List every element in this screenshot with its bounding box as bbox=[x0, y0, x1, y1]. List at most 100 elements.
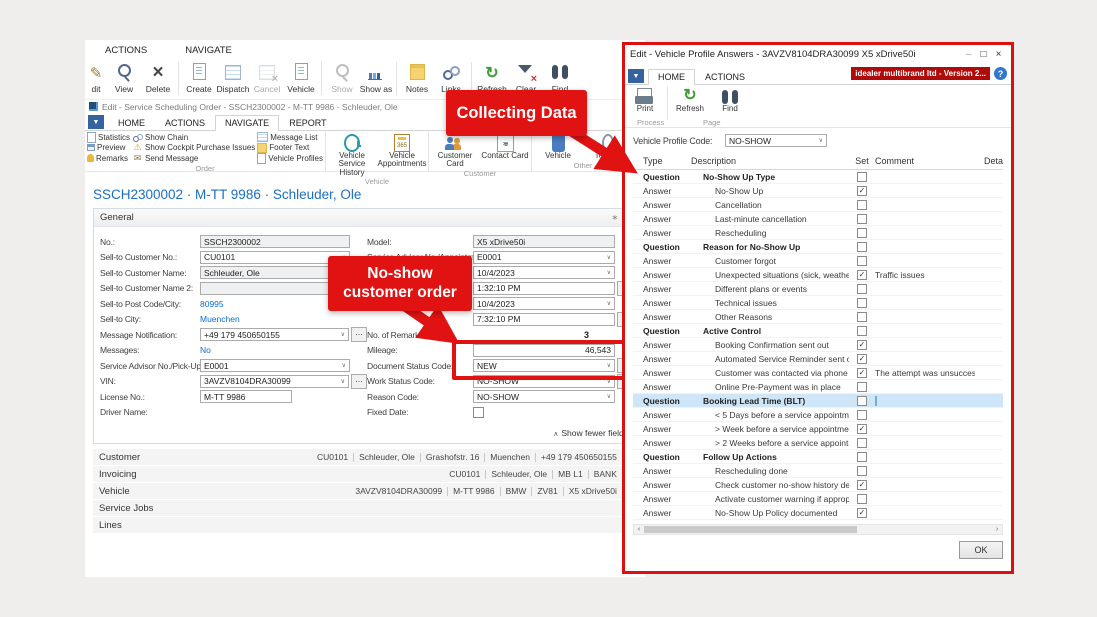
menu-tab-navigate[interactable]: NAVIGATE bbox=[185, 45, 232, 56]
ribbon-item-preview[interactable]: Preview bbox=[87, 143, 130, 154]
general-header[interactable]: General ∗∧ bbox=[94, 209, 636, 227]
set-checkbox[interactable] bbox=[857, 256, 867, 266]
field-select[interactable]: E0001∨ bbox=[473, 251, 615, 264]
set-checkbox[interactable] bbox=[857, 452, 867, 462]
table-row[interactable]: AnswerUnexpected situations (sick, weath… bbox=[633, 268, 1003, 282]
tab-navigate[interactable]: NAVIGATE bbox=[215, 115, 279, 131]
field-link[interactable]: No bbox=[200, 345, 211, 355]
field-select[interactable]: E0001∨ bbox=[200, 359, 350, 372]
field-select[interactable]: +49 179 450650155∨ bbox=[200, 328, 349, 341]
set-checkbox[interactable] bbox=[857, 298, 867, 308]
set-checkbox[interactable] bbox=[857, 242, 867, 252]
vehicle-profile-code-select[interactable]: NO-SHOW ∨ bbox=[725, 134, 827, 147]
minimize-button[interactable]: – bbox=[961, 49, 976, 60]
set-checkbox[interactable] bbox=[857, 228, 867, 238]
gear-icon[interactable]: ∗ bbox=[611, 213, 618, 222]
table-row[interactable]: AnswerCustomer forgot bbox=[633, 254, 1003, 268]
ellipsis-button[interactable]: … bbox=[351, 374, 367, 389]
field-select[interactable]: 10/4/2023∨ bbox=[473, 297, 615, 310]
ellipsis-button[interactable]: … bbox=[351, 327, 367, 342]
table-row[interactable]: AnswerActivate customer warning if appro… bbox=[633, 492, 1003, 506]
set-checkbox[interactable] bbox=[857, 340, 867, 350]
table-row[interactable]: QuestionFollow Up Actions bbox=[633, 450, 1003, 464]
set-checkbox[interactable] bbox=[857, 480, 867, 490]
set-checkbox[interactable] bbox=[857, 466, 867, 476]
overlay-ribbon-menu-button[interactable]: ▼ bbox=[628, 69, 644, 83]
overlay-tab-actions[interactable]: ACTIONS bbox=[695, 69, 755, 84]
toolbar-delete[interactable]: Delete bbox=[141, 61, 175, 94]
table-row[interactable]: Answer> Week before a service appointmen… bbox=[633, 422, 1003, 436]
table-row[interactable]: AnswerCancellation bbox=[633, 198, 1003, 212]
scroll-left-icon[interactable]: ‹ bbox=[634, 526, 644, 533]
ribbon-item-vehicle-profiles[interactable]: Vehicle Profiles bbox=[257, 153, 323, 164]
table-row[interactable]: AnswerOther Reasons bbox=[633, 310, 1003, 324]
set-checkbox[interactable] bbox=[857, 396, 867, 406]
toolbar-create[interactable]: Create bbox=[182, 61, 216, 94]
ok-button[interactable]: OK bbox=[959, 541, 1003, 559]
toolbar-notes[interactable]: Notes bbox=[400, 61, 434, 94]
set-checkbox[interactable] bbox=[857, 270, 867, 280]
table-row[interactable]: Answer> 2 Weeks before a service appoint… bbox=[633, 436, 1003, 450]
fasttab-invoicing[interactable]: InvoicingCU0101Schleuder, OleMB L1BANK∨ bbox=[93, 466, 637, 482]
help-icon[interactable]: ? bbox=[994, 67, 1007, 80]
scroll-right-icon[interactable]: › bbox=[992, 526, 1002, 533]
table-row[interactable]: AnswerCustomer was contacted via phoneTh… bbox=[633, 366, 1003, 380]
ribbon-item-vehicle[interactable]: Vehicle bbox=[534, 132, 582, 160]
ribbon-item-vehicle-service-history[interactable]: Vehicle Service History bbox=[328, 132, 376, 177]
set-checkbox[interactable] bbox=[857, 424, 867, 434]
set-checkbox[interactable] bbox=[857, 326, 867, 336]
toolbar-view[interactable]: View bbox=[107, 61, 141, 94]
horizontal-scrollbar[interactable]: ‹ › bbox=[633, 524, 1003, 535]
set-checkbox[interactable] bbox=[857, 494, 867, 504]
table-row[interactable]: QuestionActive Control bbox=[633, 324, 1003, 338]
table-row[interactable]: AnswerRescheduling done bbox=[633, 464, 1003, 478]
set-checkbox[interactable] bbox=[857, 368, 867, 378]
fasttab-lines[interactable]: Lines∨ bbox=[93, 517, 637, 533]
fasttab-vehicle[interactable]: Vehicle3AVZV8104DRA30099M-TT 9986BMWZV81… bbox=[93, 483, 637, 499]
set-checkbox[interactable] bbox=[857, 200, 867, 210]
toolbar-dispatch[interactable]: Dispatch bbox=[216, 61, 250, 94]
ribbon-item-send-message[interactable]: Send Message bbox=[132, 153, 255, 164]
ribbon-menu-button[interactable]: ▼ bbox=[88, 115, 104, 129]
table-row[interactable]: AnswerNo-Show Up Policy documented bbox=[633, 506, 1003, 520]
field-select[interactable]: NO-SHOW∨ bbox=[473, 390, 615, 403]
fasttab-service-jobs[interactable]: Service Jobs∨ bbox=[93, 500, 637, 516]
toolbar-show-as[interactable]: Show as bbox=[359, 61, 393, 94]
table-row[interactable]: AnswerBooking Confirmation sent out bbox=[633, 338, 1003, 352]
toolbar-show[interactable]: Show bbox=[325, 61, 359, 94]
ribbon-item-show-chain[interactable]: Show Chain bbox=[132, 132, 255, 143]
ribbon-item-remarks[interactable]: Remarks bbox=[87, 153, 130, 164]
field-link[interactable]: Muenchen bbox=[200, 314, 240, 324]
ribbon-item-customer-card[interactable]: Customer Card bbox=[431, 132, 479, 169]
ribbon-item-vehicle-appointments[interactable]: Vehicle Appointments bbox=[378, 132, 426, 177]
set-checkbox[interactable] bbox=[857, 312, 867, 322]
set-checkbox[interactable] bbox=[857, 410, 867, 420]
set-checkbox[interactable] bbox=[857, 354, 867, 364]
table-row[interactable]: AnswerTechnical issues bbox=[633, 296, 1003, 310]
table-row[interactable]: AnswerCheck customer no-show history det… bbox=[633, 478, 1003, 492]
toolbar-dit[interactable]: dit bbox=[85, 61, 107, 94]
set-checkbox[interactable] bbox=[857, 508, 867, 518]
ribbon-item-footer-text[interactable]: Footer Text bbox=[257, 143, 323, 154]
overlay-tab-home[interactable]: HOME bbox=[648, 69, 695, 85]
set-checkbox[interactable] bbox=[857, 186, 867, 196]
table-row[interactable]: AnswerAutomated Service Reminder sent ou… bbox=[633, 352, 1003, 366]
table-row[interactable]: Answer< 5 Days before a service appointm… bbox=[633, 408, 1003, 422]
set-checkbox[interactable] bbox=[857, 172, 867, 182]
field-input[interactable]: 1:32:10 PM bbox=[473, 282, 615, 295]
table-row[interactable]: QuestionNo-Show Up Type bbox=[633, 170, 1003, 184]
toolbar-cancel[interactable]: Cancel bbox=[250, 61, 284, 94]
set-checkbox[interactable] bbox=[857, 382, 867, 392]
table-row[interactable]: AnswerOnline Pre-Payment was in place bbox=[633, 380, 1003, 394]
table-row[interactable]: AnswerRescheduling bbox=[633, 226, 1003, 240]
tab-actions[interactable]: ACTIONS bbox=[155, 115, 215, 130]
field-input[interactable]: M-TT 9986 bbox=[200, 390, 292, 403]
set-checkbox[interactable] bbox=[857, 438, 867, 448]
scrollbar-thumb[interactable] bbox=[644, 526, 857, 533]
table-row[interactable]: QuestionReason for No-Show Up bbox=[633, 240, 1003, 254]
field-checkbox[interactable] bbox=[473, 407, 484, 418]
fasttab-customer[interactable]: CustomerCU0101Schleuder, OleGrashofstr. … bbox=[93, 449, 637, 465]
set-checkbox[interactable] bbox=[857, 284, 867, 294]
ribbon-item-statistics[interactable]: Statistics bbox=[87, 132, 130, 143]
comment-input[interactable] bbox=[875, 396, 877, 406]
